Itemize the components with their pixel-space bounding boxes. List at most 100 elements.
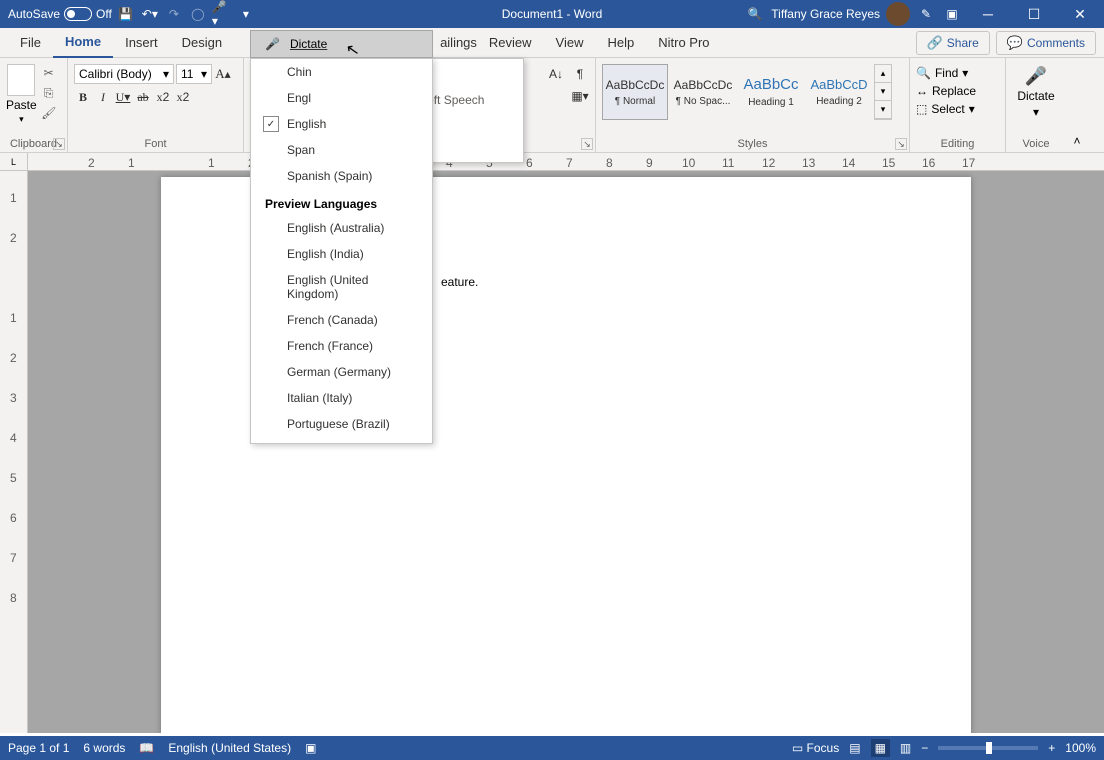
tab-help[interactable]: Help bbox=[596, 28, 647, 58]
show-marks-icon[interactable]: ¶ bbox=[571, 66, 589, 82]
lang-item[interactable]: French (France) bbox=[251, 333, 432, 359]
font-size-dropdown[interactable]: 11▾ bbox=[176, 64, 212, 84]
close-button[interactable]: ✕ bbox=[1060, 0, 1100, 28]
copy-icon[interactable]: ⎘ bbox=[41, 86, 57, 100]
lang-item[interactable]: Italian (Italy) bbox=[251, 385, 432, 411]
web-layout-icon[interactable]: ▥ bbox=[900, 741, 911, 755]
read-mode-icon[interactable]: ▤ bbox=[849, 741, 860, 755]
find-button[interactable]: 🔍 Find ▾ bbox=[916, 66, 968, 80]
select-button[interactable]: ⬚ Select ▾ bbox=[916, 102, 975, 116]
superscript-button[interactable]: x2 bbox=[174, 88, 192, 106]
macro-icon[interactable]: ▣ bbox=[305, 741, 316, 755]
style-nospacing[interactable]: AaBbCcDc ¶ No Spac... bbox=[670, 64, 736, 120]
lang-item[interactable]: Spanish (Spain) bbox=[251, 163, 432, 189]
vertical-ruler[interactable]: 1 2 1 2 3 4 5 6 7 8 bbox=[0, 171, 28, 733]
borders-icon[interactable]: ▦▾ bbox=[571, 88, 589, 104]
ruler-tick: 1 bbox=[128, 156, 135, 170]
replace-button[interactable]: ↔ Replace bbox=[916, 84, 976, 98]
lang-item-selected[interactable]: English bbox=[251, 111, 432, 137]
comments-button[interactable]: 💬 Comments bbox=[996, 31, 1096, 55]
zoom-in-button[interactable]: + bbox=[1048, 741, 1055, 755]
customize-qat-icon[interactable]: ▾ bbox=[236, 4, 256, 24]
redo-icon[interactable]: ↷ bbox=[164, 4, 184, 24]
sort-icon[interactable]: A↓ bbox=[547, 66, 565, 82]
tab-design[interactable]: Design bbox=[170, 28, 234, 58]
format-painter-icon[interactable]: 🖌 bbox=[41, 106, 57, 120]
clipboard-launcher[interactable]: ↘ bbox=[53, 138, 65, 150]
focus-mode-button[interactable]: ▭ Focus bbox=[792, 741, 839, 755]
zoom-out-button[interactable]: − bbox=[921, 741, 928, 755]
dictate-dropdown-button[interactable]: 🎤 Dictate bbox=[250, 30, 433, 58]
italic-button[interactable]: I bbox=[94, 88, 112, 106]
horizontal-ruler[interactable]: L 2 1 1 2 3 4 5 6 7 8 9 10 11 12 13 14 1… bbox=[0, 153, 1104, 171]
cut-icon[interactable]: ✂ bbox=[41, 66, 57, 80]
window-title: Document1 - Word bbox=[502, 7, 602, 21]
dictate-label: Dictate bbox=[1017, 89, 1054, 103]
paragraph-launcher[interactable]: ↘ bbox=[581, 138, 593, 150]
style-normal[interactable]: AaBbCcDc ¶ Normal bbox=[602, 64, 668, 120]
status-words[interactable]: 6 words bbox=[83, 741, 125, 755]
zoom-thumb[interactable] bbox=[986, 742, 992, 754]
touch-icon[interactable]: ◯ bbox=[188, 4, 208, 24]
tab-review[interactable]: Review bbox=[477, 28, 544, 58]
scroll-up-icon[interactable]: ▴ bbox=[875, 65, 891, 83]
pen-icon[interactable]: ✎ bbox=[916, 4, 936, 24]
style-preview: AaBbCcD bbox=[810, 77, 867, 92]
print-layout-icon[interactable]: ▦ bbox=[871, 739, 890, 757]
underline-button[interactable]: U▾ bbox=[114, 88, 132, 106]
undo-icon[interactable]: ↶▾ bbox=[140, 4, 160, 24]
tab-home[interactable]: Home bbox=[53, 28, 113, 58]
collapse-ribbon-button[interactable]: ˄ bbox=[1066, 58, 1088, 152]
user-account[interactable]: Tiffany Grace Reyes bbox=[771, 2, 910, 26]
zoom-level[interactable]: 100% bbox=[1065, 741, 1096, 755]
ruler-tick: 8 bbox=[606, 156, 613, 170]
style-heading2[interactable]: AaBbCcD Heading 2 bbox=[806, 64, 872, 120]
dictate-ribbon-button[interactable]: 🎤 Dictate ▾ bbox=[1017, 66, 1054, 119]
styles-expand-icon[interactable]: ▾ bbox=[875, 101, 891, 119]
font-name-dropdown[interactable]: Calibri (Body)▾ bbox=[74, 64, 174, 84]
lang-item[interactable]: English (Australia) bbox=[251, 215, 432, 241]
share-button[interactable]: 🔗 Share bbox=[916, 31, 990, 55]
lang-item[interactable]: Span bbox=[251, 137, 432, 163]
paste-button[interactable]: Paste ▾ bbox=[6, 64, 37, 125]
status-language[interactable]: English (United States) bbox=[168, 741, 291, 755]
mic-qat-icon[interactable]: 🎤▾ bbox=[212, 4, 232, 24]
group-font-label: Font bbox=[74, 138, 237, 152]
ruler-tick: 7 bbox=[566, 156, 573, 170]
lang-item[interactable]: Chin bbox=[251, 59, 432, 85]
styles-scroll[interactable]: ▴ ▾ ▾ bbox=[874, 64, 892, 120]
tab-nitro[interactable]: Nitro Pro bbox=[646, 28, 721, 58]
subscript-button[interactable]: x2 bbox=[154, 88, 172, 106]
strike-button[interactable]: ab bbox=[134, 88, 152, 106]
minimize-button[interactable]: ─ bbox=[968, 0, 1008, 28]
status-page[interactable]: Page 1 of 1 bbox=[8, 741, 69, 755]
style-heading1[interactable]: AaBbCc Heading 1 bbox=[738, 64, 804, 120]
grow-font-icon[interactable]: A▴ bbox=[214, 65, 232, 83]
autosave-toggle[interactable]: AutoSave Off bbox=[8, 7, 112, 21]
tab-view[interactable]: View bbox=[544, 28, 596, 58]
maximize-button[interactable]: ☐ bbox=[1014, 0, 1054, 28]
bold-button[interactable]: B bbox=[74, 88, 92, 106]
ribbon-display-icon[interactable]: ▣ bbox=[942, 4, 962, 24]
tab-file[interactable]: File bbox=[8, 28, 53, 58]
ruler-tick: 11 bbox=[722, 156, 734, 170]
comments-label: Comments bbox=[1027, 36, 1085, 50]
styles-launcher[interactable]: ↘ bbox=[895, 138, 907, 150]
lang-item[interactable]: English (India) bbox=[251, 241, 432, 267]
zoom-slider[interactable] bbox=[938, 746, 1038, 750]
scroll-down-icon[interactable]: ▾ bbox=[875, 83, 891, 101]
tab-selector[interactable]: L bbox=[0, 153, 28, 171]
search-icon[interactable]: 🔍 bbox=[745, 4, 765, 24]
spell-check-icon[interactable]: 📖 bbox=[139, 741, 154, 755]
avatar-icon bbox=[886, 2, 910, 26]
lang-item[interactable]: German (Germany) bbox=[251, 359, 432, 385]
ruler-tick: 15 bbox=[882, 156, 895, 170]
lang-item[interactable]: English (United Kingdom) bbox=[251, 267, 432, 307]
title-bar: AutoSave Off 💾 ↶▾ ↷ ◯ 🎤▾ ▾ Document1 - W… bbox=[0, 0, 1104, 28]
ruler-tick: 4 bbox=[10, 431, 17, 445]
tab-insert[interactable]: Insert bbox=[113, 28, 170, 58]
lang-item[interactable]: Portuguese (Brazil) bbox=[251, 411, 432, 437]
lang-item[interactable]: French (Canada) bbox=[251, 307, 432, 333]
lang-item[interactable]: Engl bbox=[251, 85, 432, 111]
save-icon[interactable]: 💾 bbox=[116, 4, 136, 24]
